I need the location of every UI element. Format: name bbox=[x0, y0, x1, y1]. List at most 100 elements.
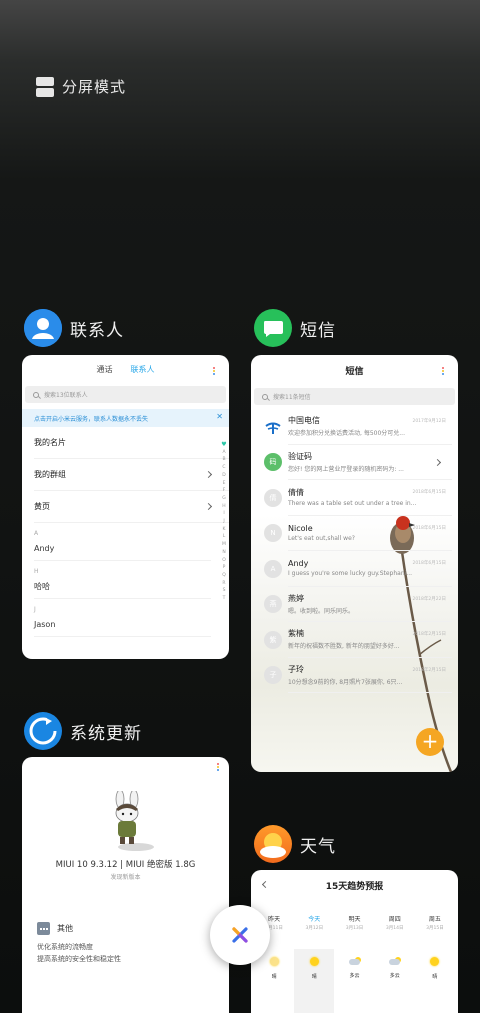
forecast-date: 3月12日 bbox=[305, 926, 324, 931]
forecast-day-label: 周五 bbox=[428, 916, 441, 923]
message-preview: Let's eat out,shall we? bbox=[288, 534, 355, 542]
weather-app-header[interactable]: 天气 bbox=[254, 825, 336, 863]
messages-app-header[interactable]: 短信 bbox=[254, 309, 336, 347]
alphabet-index-letter[interactable]: J bbox=[223, 518, 224, 526]
more-menu-icon[interactable] bbox=[217, 763, 219, 771]
sun-icon bbox=[430, 957, 440, 966]
update-app-icon bbox=[24, 712, 62, 750]
message-thread-body: Andy I guess you're some lucky guy.Stepha… bbox=[288, 551, 452, 587]
forecast-condition: 多云 bbox=[334, 949, 374, 1013]
alphabet-index-letter[interactable]: N bbox=[222, 549, 225, 557]
message-thread-row[interactable]: 倩倩倩 There was a table set out under a tre… bbox=[251, 480, 458, 516]
alphabet-index-letter[interactable]: C bbox=[222, 464, 225, 472]
alphabet-index-letter[interactable]: O bbox=[222, 557, 226, 565]
list-item-my-card[interactable]: 我的名片 bbox=[34, 427, 229, 459]
message-preview: 嗯。收到啦。同乐同乐。 bbox=[288, 607, 355, 615]
tab-calls[interactable]: 通话 bbox=[97, 364, 113, 381]
close-icon[interactable]: ✕ bbox=[216, 412, 223, 421]
forecast-days-row: 昨天 3月11日 今天 3月12日 明天 3月13日 周四 3月14日 周五 3月15日 bbox=[251, 914, 458, 931]
alphabet-index-letter[interactable]: R bbox=[222, 580, 225, 588]
contacts-tabs: 通话 联系人 bbox=[22, 355, 229, 381]
alphabet-index[interactable]: ♥ ABCDEFGHIJKLMNOPQRST bbox=[221, 441, 227, 603]
message-thread-body: 倩倩 There was a table set out under a tree… bbox=[288, 480, 452, 516]
forecast-date: 3月13日 bbox=[345, 926, 364, 931]
more-dots-icon bbox=[37, 922, 50, 935]
message-thread-body: 紫楠 新年的祝福数不胜数, 新年的朋望好多好... bbox=[288, 622, 452, 658]
chevron-right-icon bbox=[204, 502, 213, 511]
contact-avatar: 倩 bbox=[264, 488, 282, 507]
forecast-condition-label: 多云 bbox=[349, 973, 360, 979]
alphabet-index-letter[interactable]: E bbox=[223, 480, 226, 488]
forecast-conditions-row: 晴 晴 多云 多云 晴 bbox=[251, 949, 458, 1013]
message-thread-row[interactable]: 紫紫楠 新年的祝福数不胜数, 新年的朋望好多好... 2018年2月15日 bbox=[251, 622, 458, 658]
alphabet-index-letter[interactable]: A bbox=[222, 449, 225, 457]
contact-avatar: N bbox=[264, 524, 282, 543]
back-arrow-icon[interactable] bbox=[261, 880, 270, 889]
messages-app-name: 短信 bbox=[300, 320, 336, 341]
alphabet-index-letter[interactable]: P bbox=[223, 564, 226, 572]
contact-item[interactable]: Andy bbox=[34, 537, 211, 561]
message-date: 2018年6月15日 bbox=[412, 561, 446, 566]
messages-app-card[interactable]: 短信 搜索11条短信 中国电信 欢迎参加积分兑换话费活动, 每500分可兑... 2… bbox=[251, 355, 458, 772]
message-preview: 新年的祝福数不胜数, 新年的朋望好多好... bbox=[288, 643, 400, 651]
forecast-day: 周四 3月14日 bbox=[375, 914, 415, 931]
new-message-button[interactable]: + bbox=[416, 728, 444, 756]
message-thread-row[interactable]: 码验证码 您好! 您的网上营业厅登录的随机密码为: ... bbox=[251, 445, 458, 480]
contact-item[interactable]: 哈哈 bbox=[34, 575, 211, 599]
update-other-label: 其他 bbox=[57, 924, 73, 933]
alphabet-index-letter[interactable]: I bbox=[223, 510, 224, 518]
split-screen-icon bbox=[36, 76, 54, 97]
contact-avatar: 码 bbox=[264, 453, 282, 472]
list-item-yellow-pages[interactable]: 黄页 bbox=[34, 491, 229, 523]
forecast-condition: 晴 bbox=[254, 949, 294, 1013]
contacts-app-card[interactable]: 通话 联系人 搜索13位联系人 点击开启小米云服务，联系人数据永不丢失 ✕ 我的… bbox=[22, 355, 229, 659]
message-date: 2018年2月15日 bbox=[412, 632, 446, 637]
cloud-service-banner[interactable]: 点击开启小米云服务，联系人数据永不丢失 ✕ bbox=[22, 409, 229, 427]
contacts-app-header[interactable]: 联系人 bbox=[24, 309, 124, 347]
update-app-card[interactable]: MIUI 10 9.3.12 | MIUI 绝密版 1.8G 发现新版本 其他 … bbox=[22, 757, 229, 1013]
list-item-label: 我的名片 bbox=[34, 438, 66, 447]
miui-bunny-mascot-image bbox=[115, 791, 154, 851]
alphabet-index-letter[interactable]: K bbox=[223, 526, 226, 534]
chevron-right-icon bbox=[204, 470, 213, 479]
message-preview: 10分想念9前的你, 8月照片7张展你, 6只... bbox=[288, 678, 403, 686]
message-thread-row[interactable]: N Nicole Let's eat out,shall we? 2018年6月15日 bbox=[251, 516, 458, 551]
message-thread-body: 子玲 10分想念9前的你, 8月照片7张展你, 6只... bbox=[288, 658, 452, 693]
weather-app-card[interactable]: 15天趋势预报 昨天 3月11日 今天 3月12日 明天 3月13日 周四 3月14日 周五 3月… bbox=[251, 870, 458, 1013]
alphabet-index-letter[interactable]: L bbox=[223, 533, 226, 541]
clear-all-button[interactable] bbox=[210, 905, 270, 965]
contact-avatar: 子 bbox=[264, 666, 282, 685]
forecast-day-label: 明天 bbox=[348, 916, 361, 923]
alphabet-index-letter[interactable]: S bbox=[223, 587, 226, 595]
more-menu-icon[interactable] bbox=[213, 367, 215, 375]
more-menu-icon[interactable] bbox=[442, 367, 444, 375]
message-thread-row[interactable]: A Andy I guess you're some lucky guy.Steph… bbox=[251, 551, 458, 587]
message-thread-row[interactable]: 中国电信 欢迎参加积分兑换话费活动, 每500分可兑... 2017年9月12日 bbox=[251, 409, 458, 445]
message-thread-body: Nicole Let's eat out,shall we? bbox=[288, 516, 452, 551]
alphabet-index-letter[interactable]: M bbox=[222, 541, 226, 549]
update-subtitle: 发现新版本 bbox=[110, 874, 141, 881]
update-version-text: MIUI 10 9.3.12 | MIUI 绝密版 1.8G bbox=[55, 860, 196, 870]
alphabet-index-letter[interactable]: B bbox=[222, 456, 225, 464]
message-thread-row[interactable]: 子子玲 10分想念9前的你, 8月照片7张展你, 6只... 2018年2月15日 bbox=[251, 658, 458, 693]
update-app-header[interactable]: 系统更新 bbox=[24, 712, 142, 750]
message-thread-row[interactable]: 燕燕婷 嗯。收到啦。同乐同乐。 2018年2月22日 bbox=[251, 587, 458, 622]
weather-header: 15天趋势预报 bbox=[251, 870, 458, 900]
alphabet-index-letter[interactable]: H bbox=[222, 503, 225, 511]
message-preview: I guess you're some lucky guy.Stephani..… bbox=[288, 570, 413, 578]
split-screen-button[interactable]: 分屏模式 bbox=[36, 76, 126, 97]
alphabet-index-letter[interactable]: G bbox=[222, 495, 226, 503]
contacts-search-input[interactable]: 搜索13位联系人 bbox=[25, 386, 226, 403]
tab-contacts[interactable]: 联系人 bbox=[131, 364, 155, 381]
list-item-my-groups[interactable]: 我的群组 bbox=[34, 459, 229, 491]
contacts-app-icon bbox=[24, 309, 62, 347]
favorites-heart-icon[interactable]: ♥ bbox=[221, 441, 226, 449]
forecast-day: 周五 3月15日 bbox=[415, 914, 455, 931]
alphabet-index-letter[interactable]: D bbox=[222, 472, 225, 480]
alphabet-index-letter[interactable]: F bbox=[223, 487, 226, 495]
alphabet-index-letter[interactable]: T bbox=[223, 595, 226, 603]
alphabet-index-letter[interactable]: Q bbox=[222, 572, 226, 580]
contact-avatar: 燕 bbox=[264, 595, 282, 614]
contact-item[interactable]: Jason bbox=[34, 613, 211, 637]
update-note: 优化系统的流畅度 bbox=[37, 943, 93, 951]
